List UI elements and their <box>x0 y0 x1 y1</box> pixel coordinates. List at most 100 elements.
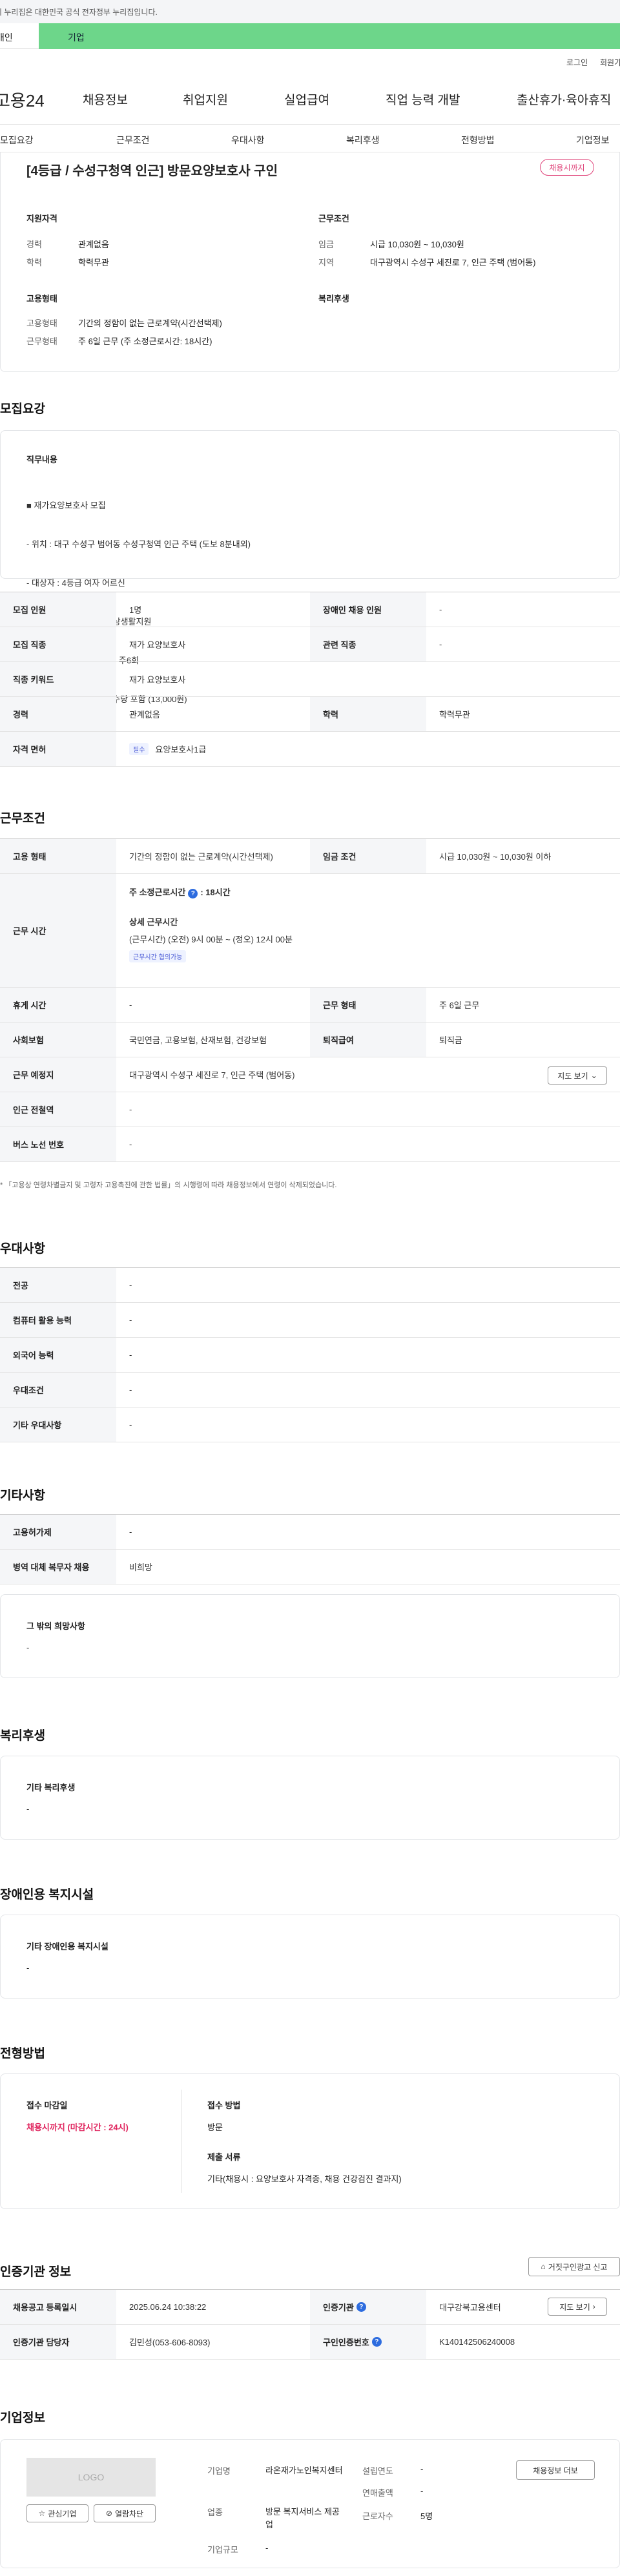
row-value: - <box>129 1350 132 1360</box>
emptype-value: 기간의 정함이 없는 근로계약(시간선택제) <box>78 318 222 328</box>
table-row: 고용 형태 기간의 정함이 없는 근로계약(시간선택제) 임금 조건 시급 10… <box>0 839 620 874</box>
edu-value: 학력무관 <box>78 258 109 267</box>
row-value: - <box>129 1527 132 1537</box>
welfare-heading: 복리후생 <box>318 294 349 304</box>
row-label: 고용허가제 <box>0 1515 116 1549</box>
conditions-table: 고용 형태 기간의 정함이 없는 근로계약(시간선택제) 임금 조건 시급 10… <box>0 838 620 1162</box>
company-jobs-button[interactable]: 채용정보 더보 <box>516 2460 595 2480</box>
row-label: 임금 조건 <box>310 839 426 873</box>
section-tab[interactable]: 전형방법 <box>461 134 495 147</box>
nav-item[interactable]: 출산휴가·육아휴직 <box>517 90 611 108</box>
career-value: 관계없음 <box>78 240 109 249</box>
career-label: 경력 <box>26 240 42 249</box>
block-button[interactable]: ⊘ 열람차단 <box>94 2504 156 2522</box>
wage-label: 임금 <box>318 240 334 249</box>
emptype-label: 고용형태 <box>26 318 57 328</box>
row-value: 필수 요양보호사1급 <box>116 732 620 766</box>
company-logo: LOGO <box>26 2458 156 2497</box>
nav-item[interactable]: 실업급여 <box>284 90 329 108</box>
row-value: 비희망 <box>129 1563 152 1572</box>
recruit-table: 모집 인원 1명 장애인 채용 인원 - 모집 직종 재가 요양보호사 관련 직… <box>0 592 620 767</box>
table-row: 버스 노선 번호 - <box>0 1127 620 1162</box>
method-label: 접수 방법 <box>207 2101 241 2110</box>
disability-sub: 기타 장애인용 복지시설 <box>26 1942 108 1951</box>
row-label: 장애인 채용 인원 <box>310 592 426 627</box>
report-button[interactable]: ⌂ 거짓구인광고 신고 <box>528 2257 620 2276</box>
company-name-label: 기업명 <box>207 2466 231 2476</box>
row-value: 학력무관 <box>439 710 470 720</box>
section-tab[interactable]: 복리후생 <box>346 134 380 147</box>
row-label: 구인인증번호? <box>310 2325 426 2359</box>
agency-map-button[interactable]: 지도 보기 › <box>548 2298 607 2316</box>
method-value: 방문 <box>207 2123 223 2132</box>
company-card: LOGO ☆ 관심기업 ⊘ 열람차단 기업명 라온재가노인복지센터 설립연도 - 연… <box>0 2439 620 2568</box>
row-value: 관계없음 <box>129 710 160 720</box>
favorite-label: 관심기업 <box>48 2509 77 2519</box>
tab-business[interactable]: 기업 <box>39 23 620 49</box>
worktype-value: 주 6일 근무 (주 소정근로시간: 18시간) <box>78 337 212 346</box>
qual-heading: 지원자격 <box>26 214 57 223</box>
tab-individual[interactable]: 개인 <box>0 23 39 49</box>
deadline-label: 접수 마감일 <box>26 2101 68 2110</box>
nav-item[interactable]: 직업 능력 개발 <box>386 90 460 108</box>
company-name: 라온재가노인복지센터 <box>265 2466 343 2475</box>
section-tab[interactable]: 모집요강 <box>0 134 34 147</box>
table-row: 채용공고 등록일시 2025.06.24 10:38:22 인증기관? 대구강북… <box>0 2290 620 2325</box>
help-icon[interactable]: ? <box>188 889 198 898</box>
license-value: 요양보호사1급 <box>155 745 207 754</box>
wage-value: 시급 10,030원 ~ 10,030원 <box>370 240 464 249</box>
etc-table: 고용허가제 - 병역 대체 복무자 채용 비희망 <box>0 1514 620 1584</box>
row-value: - <box>439 639 442 649</box>
site-logo[interactable]: 고용24 <box>0 88 45 112</box>
biz-value: 방문 복지서비스 제공업 <box>265 2507 340 2529</box>
section-tab[interactable]: 우대사항 <box>231 134 265 147</box>
conditions-heading: 근무조건 <box>0 812 45 826</box>
summary-card: [4등급 / 수성구청역 인근] 방문요양보호사 구인 채용시까지 지원자격 경… <box>0 152 620 372</box>
duty-heading: 직무내용 <box>26 455 57 464</box>
row-value: - <box>129 1315 132 1325</box>
row-value: 시급 10,030원 ~ 10,030원 이하 <box>439 852 552 862</box>
table-row: 모집 직종 재가 요양보호사 관련 직종 - <box>0 627 620 662</box>
table-row: 휴게 시간 - 근무 형태 주 6일 근무 <box>0 988 620 1023</box>
table-row: 전공 - <box>0 1268 620 1303</box>
agency-heading: 인증기관 정보 <box>0 2265 72 2279</box>
biz-label: 업종 <box>207 2508 223 2517</box>
section-tab[interactable]: 근무조건 <box>116 134 150 147</box>
row-label: 인증기관? <box>310 2290 426 2324</box>
table-row: 경력 관계없음 학력 학력무관 <box>0 697 620 732</box>
sales-label: 연매출액 <box>362 2488 393 2498</box>
row-value: - <box>129 1280 132 1290</box>
map-button[interactable]: 지도 보기 ⌄ <box>548 1066 607 1085</box>
table-row: 사회보험 국민연금, 고용보험, 산재보험, 건강보험 퇴직급여 퇴직금 <box>0 1023 620 1057</box>
table-row: 인증기관 담당자 김민성(053-606-8093) 구인인증번호? K1401… <box>0 2325 620 2360</box>
row-label: 경력 <box>0 697 116 731</box>
help-icon[interactable]: ? <box>371 2337 382 2347</box>
row-label: 전공 <box>0 1268 116 1302</box>
signup-link[interactable]: 회원가입 <box>600 57 620 68</box>
weekly-value: : 18시간 <box>200 888 231 897</box>
star-icon: ☆ <box>38 2509 46 2518</box>
welfare-section-heading: 복리후생 <box>0 1729 45 1743</box>
table-row: 인근 전철역 - <box>0 1092 620 1127</box>
emp-heading: 고용형태 <box>26 294 57 304</box>
row-label: 자격 면허 <box>0 732 116 766</box>
docs-label: 제출 서류 <box>207 2152 241 2162</box>
preferred-table: 전공 - 컴퓨터 활용 능력 - 외국어 능력 - 우대조건 - 기타 우대사항 - <box>0 1267 620 1442</box>
nav-item[interactable]: 취업지원 <box>183 90 228 108</box>
row-label: 관련 직종 <box>310 627 426 661</box>
row-label: 모집 직종 <box>0 627 116 661</box>
login-link[interactable]: 로그인 <box>566 57 588 68</box>
gov-banner: 이 누리집은 대한민국 공식 전자정부 누리집입니다. <box>0 0 620 23</box>
cond-heading: 근무조건 <box>318 214 349 223</box>
row-label: 고용 형태 <box>0 839 116 873</box>
row-label: 직종 키워드 <box>0 662 116 696</box>
favorite-button[interactable]: ☆ 관심기업 <box>26 2504 88 2522</box>
row-label: 외국어 능력 <box>0 1338 116 1372</box>
preferred-heading: 우대사항 <box>0 1242 45 1256</box>
section-tab[interactable]: 기업정보 <box>576 134 610 147</box>
agency-map-label: 지도 보기 <box>559 2302 590 2312</box>
divider <box>181 2090 182 2193</box>
nav-item[interactable]: 채용정보 <box>83 90 128 108</box>
disability-heading: 장애인용 복지시설 <box>0 1888 94 1902</box>
help-icon[interactable]: ? <box>356 2302 366 2312</box>
